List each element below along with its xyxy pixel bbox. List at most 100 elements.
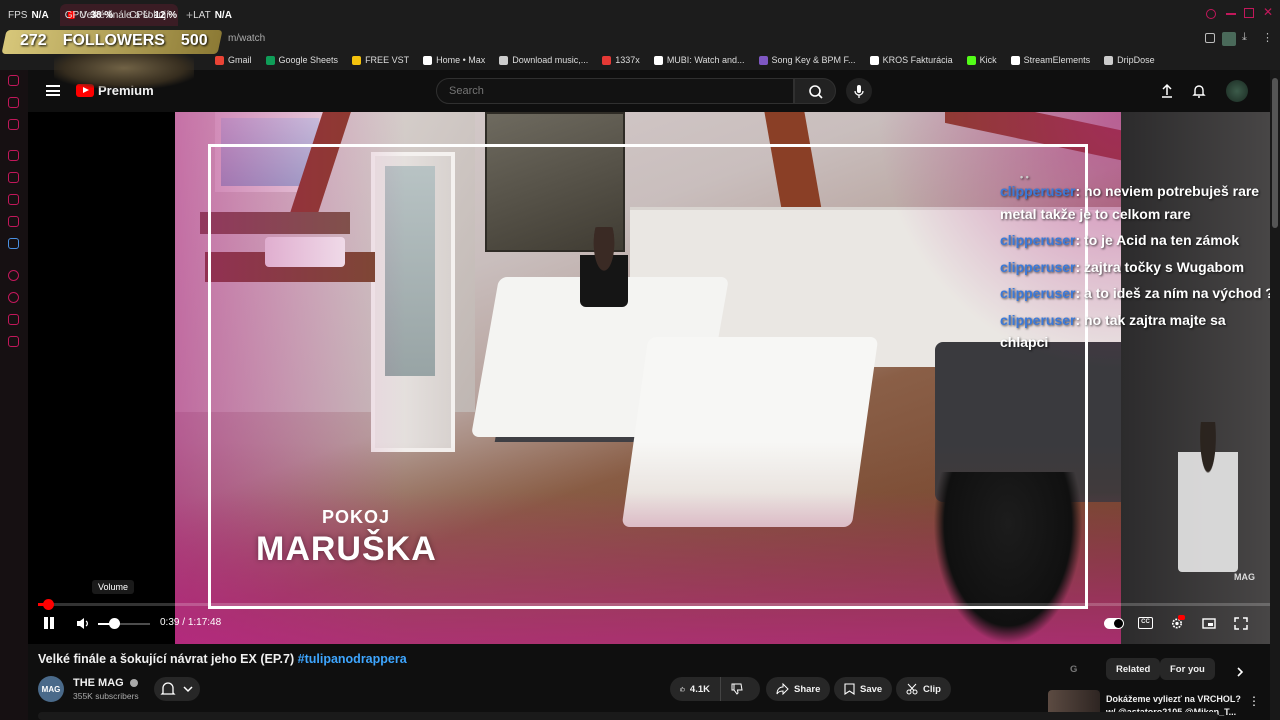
voice-search-button[interactable] — [846, 78, 872, 104]
theater-mode-icon[interactable] — [1202, 617, 1216, 630]
followers-goal: 500 — [180, 32, 208, 49]
room-caption-name: MARUŠKA — [256, 530, 437, 568]
chip-g[interactable]: G — [1066, 658, 1081, 680]
bookmark-item[interactable]: FREE VST — [352, 55, 409, 65]
more-menu-icon[interactable]: ⋮ — [1262, 31, 1273, 44]
rail-app-icon[interactable] — [8, 194, 19, 205]
rail-app-icon[interactable] — [8, 270, 19, 281]
volume-slider-knob[interactable] — [108, 618, 120, 629]
stat-cpu: CPU 12 % — [129, 10, 178, 21]
bookmark-item[interactable]: MUBI: Watch and... — [653, 55, 745, 65]
streamer-webcam — [1178, 422, 1238, 572]
bookmark-item[interactable]: DripDose — [1104, 55, 1155, 65]
browser-side-rail — [0, 70, 28, 720]
chat-text: : to je Acid na ten zámok — [1075, 232, 1240, 248]
subscriber-count: 355K subscribers — [73, 691, 139, 701]
scrollbar-thumb[interactable] — [1272, 78, 1278, 228]
chat-username: clipperuser — [1000, 232, 1076, 248]
chip-related[interactable]: Related — [1106, 658, 1161, 680]
channel-watermark: MAG — [1234, 572, 1255, 582]
rail-app-icon[interactable] — [8, 292, 19, 303]
bookmark-favicon-icon — [1104, 55, 1114, 65]
chat-message: clipperuser: a to ideš za ním na východ … — [1000, 282, 1276, 305]
volume-tooltip: Volume — [92, 580, 135, 594]
followers-count: 272 — [20, 32, 47, 49]
time-total: 1:17:48 — [187, 617, 222, 628]
autoplay-toggle[interactable] — [1104, 618, 1124, 629]
rail-app-icon[interactable] — [8, 216, 19, 227]
search-button[interactable] — [794, 78, 836, 104]
clip-button[interactable]: Clip — [896, 677, 951, 701]
page-scrollbar[interactable] — [1270, 70, 1280, 720]
verified-check-icon — [129, 679, 138, 688]
progress-scrubber[interactable] — [43, 599, 55, 610]
like-button[interactable]: 4.1K — [670, 677, 720, 701]
bookmark-item[interactable]: Google Sheets — [265, 55, 338, 65]
video-title: Velké finále a šokující návrat jeho EX (… — [38, 652, 407, 666]
bookmark-icon — [844, 683, 855, 695]
microphone-icon — [854, 85, 864, 98]
hashtag-link[interactable]: #tulipanodrappera — [298, 652, 407, 666]
chip-for-you[interactable]: For you — [1160, 658, 1215, 680]
volume-slider[interactable] — [98, 618, 150, 629]
chat-username: clipperuser — [1000, 258, 1076, 275]
rail-app-icon[interactable] — [8, 119, 19, 130]
rail-app-icon[interactable] — [8, 172, 19, 183]
url-text: m/watch — [228, 33, 266, 44]
volume-icon[interactable] — [76, 617, 90, 630]
rail-app-icon[interactable] — [8, 336, 19, 347]
extension-avatar-icon[interactable] — [1222, 32, 1236, 46]
chevron-right-icon[interactable] — [1233, 665, 1247, 679]
bookmark-item[interactable]: Kick — [966, 55, 997, 65]
maximize-icon[interactable] — [1244, 8, 1254, 18]
channel-name[interactable]: THE MAG — [73, 677, 138, 689]
like-count: 4.1K — [689, 683, 710, 695]
bookmark-favicon-icon — [265, 55, 275, 65]
save-button[interactable]: Save — [834, 677, 893, 701]
minimize-icon[interactable] — [1226, 13, 1236, 15]
search-input[interactable] — [436, 78, 794, 104]
channel-avatar[interactable]: MAG — [38, 676, 64, 702]
search-icon — [809, 85, 823, 99]
more-actions-icon[interactable]: ⋮ — [1248, 694, 1260, 708]
chat-username: clipperuser — [1000, 285, 1076, 301]
chat-message: clipperuser: no neviem potrebuješ rare m… — [1000, 180, 1276, 225]
notifications-bell-icon[interactable] — [1191, 83, 1207, 99]
rail-app-icon[interactable] — [8, 97, 19, 108]
pause-button[interactable] — [42, 616, 56, 630]
bookmark-item[interactable]: Home • Max — [423, 55, 485, 65]
rail-app-icon[interactable] — [8, 150, 19, 161]
chat-message: clipperuser: to je Acid na ten zámok — [1000, 229, 1276, 252]
bookmark-item[interactable]: 1337x — [602, 55, 640, 65]
thumbs-down-icon — [731, 683, 743, 695]
chat-username: clipperuser — [1000, 311, 1076, 328]
bookmark-item[interactable]: KROS Fakturácia — [869, 55, 953, 65]
subscription-bell-button[interactable] — [154, 677, 200, 701]
bookmark-favicon-icon — [352, 55, 362, 65]
video-player[interactable]: POKOJ MARUŠKA • • clipperuser: no neviem… — [28, 112, 1280, 644]
chat-text: : zajtra točky s Wugabom — [1075, 258, 1245, 275]
fullscreen-icon[interactable] — [1234, 617, 1248, 630]
chat-message: clipperuser: zajtra točky s Wugabom — [1000, 256, 1276, 279]
upload-icon[interactable] — [1159, 83, 1175, 99]
download-icon[interactable]: ⤓ — [1242, 31, 1247, 44]
share-button[interactable]: Share — [766, 677, 831, 701]
bookmark-item[interactable]: Song Key & BPM F... — [758, 55, 856, 65]
dislike-button[interactable] — [720, 677, 760, 701]
account-avatar[interactable] — [1226, 80, 1248, 102]
bookmark-favicon-icon — [966, 55, 976, 65]
bookmark-item[interactable]: Download music,... — [499, 55, 588, 65]
video-progress-bar[interactable] — [38, 599, 1270, 610]
captions-icon[interactable]: CC — [1138, 617, 1153, 629]
bookmark-favicon-icon — [499, 55, 509, 65]
hd-badge — [1178, 615, 1185, 620]
rail-app-icon[interactable] — [8, 238, 19, 249]
scissors-icon — [906, 683, 918, 695]
extensions-icon[interactable] — [1205, 33, 1215, 43]
rail-app-icon[interactable] — [8, 314, 19, 325]
horizontal-scrollbar[interactable] — [38, 712, 1218, 720]
bookmark-item[interactable]: StreamElements — [1010, 55, 1090, 65]
search-tabs-icon[interactable] — [1206, 9, 1216, 19]
close-icon[interactable]: ✕ — [1263, 5, 1273, 19]
chat-username: clipperuser — [1000, 183, 1076, 199]
